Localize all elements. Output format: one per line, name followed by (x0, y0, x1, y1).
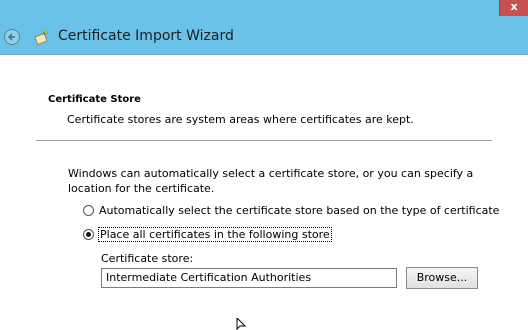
certificate-store-field[interactable]: Intermediate Certification Authorities (101, 268, 397, 288)
wizard-header: x Certificate Import Wizard (0, 0, 528, 55)
section-heading: Certificate Store (48, 94, 141, 105)
auto-select-option[interactable]: Automatically select the certificate sto… (83, 203, 499, 217)
certificate-store-label: Certificate store: (101, 252, 194, 265)
place-in-store-label: Place all certificates in the following … (98, 226, 332, 242)
intro-text: Windows can automatically select a certi… (68, 167, 474, 195)
certificate-wizard-icon (34, 30, 48, 45)
divider (36, 140, 492, 141)
wizard-title: Certificate Import Wizard (58, 28, 234, 44)
auto-select-radio[interactable] (83, 204, 94, 216)
section-description: Certificate stores are system areas wher… (67, 113, 414, 126)
auto-select-label: Automatically select the certificate sto… (99, 203, 500, 217)
browse-button[interactable]: Browse... (406, 267, 478, 289)
place-in-store-radio[interactable] (83, 228, 94, 240)
mouse-cursor-icon (236, 318, 247, 330)
close-button[interactable]: x (499, 0, 528, 16)
back-button[interactable] (4, 29, 20, 45)
place-in-store-option[interactable]: Place all certificates in the following … (83, 226, 332, 242)
back-arrow-icon (7, 33, 15, 41)
